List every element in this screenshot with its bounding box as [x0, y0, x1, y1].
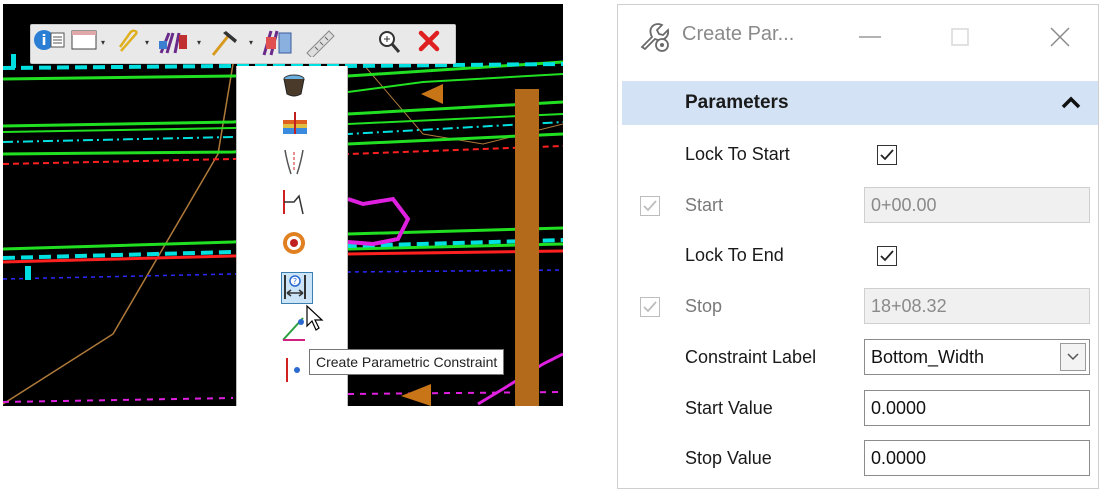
transition-icon[interactable] — [281, 148, 313, 180]
element-info-icon[interactable]: i — [33, 29, 67, 61]
constraint-label-dropdown[interactable]: Bottom_Width — [864, 339, 1090, 375]
point-control-icon[interactable] — [281, 188, 313, 220]
start-label: Start — [685, 195, 724, 215]
dropdown-button[interactable] — [1060, 343, 1086, 371]
start-value-label: Start Value — [685, 398, 773, 418]
chevron-down-icon[interactable]: ▾ — [197, 39, 205, 47]
start-station-field: 0+00.00 — [864, 187, 1090, 223]
checkmark-icon — [880, 149, 894, 161]
view-window-icon[interactable] — [71, 29, 101, 61]
maximize-button[interactable] — [940, 19, 980, 55]
section-title: Parameters — [685, 92, 789, 113]
minimize-button[interactable] — [850, 19, 890, 55]
chevron-down-icon[interactable]: ▾ — [145, 39, 153, 47]
cad-viewport[interactable]: i ▾ ▾ ▾ ▾ ? — [3, 4, 563, 406]
stop-enabled-checkbox — [640, 297, 660, 317]
start-enabled-checkbox — [640, 196, 660, 216]
mouse-cursor-icon — [306, 304, 324, 331]
tooltip: Create Parametric Constraint — [309, 349, 505, 375]
close-button[interactable] — [1040, 19, 1080, 55]
checkmark-icon — [643, 200, 657, 212]
dialog-titlebar[interactable]: Create Par... — [618, 5, 1098, 69]
parameters-section-header[interactable]: Parameters — [622, 81, 1098, 125]
chevron-down-icon[interactable]: ▾ — [101, 39, 109, 47]
svg-text:?: ? — [293, 277, 297, 286]
lock-to-end-label: Lock To End — [685, 245, 784, 265]
chevron-up-icon[interactable] — [1060, 94, 1082, 110]
checkmark-icon — [880, 250, 894, 262]
hammer-tool-icon[interactable] — [209, 29, 249, 61]
create-parametric-constraint-dialog: Create Par... Parameters Lock To Start S… — [617, 4, 1099, 489]
stop-value-input[interactable]: 0.0000 — [864, 440, 1090, 476]
chevron-down-icon — [1067, 353, 1079, 361]
stop-label: Stop — [685, 296, 723, 316]
start-value-input[interactable]: 0.0000 — [864, 390, 1090, 426]
wrench-settings-icon — [640, 23, 670, 52]
corridor-icon[interactable] — [157, 29, 197, 61]
zoom-icon[interactable] — [376, 29, 406, 61]
stop-value-label: Stop Value — [685, 448, 772, 468]
checkmark-icon — [643, 301, 657, 313]
lock-to-start-checkbox[interactable] — [877, 145, 897, 165]
constraint-label-value: Bottom_Width — [871, 347, 985, 367]
lock-to-end-checkbox[interactable] — [877, 246, 897, 266]
parametric-constraint-icon[interactable]: ? — [281, 272, 313, 304]
close-x-icon[interactable] — [417, 29, 447, 61]
superelevation-icon[interactable] — [281, 110, 313, 142]
lock-to-start-label: Lock To Start — [685, 144, 790, 164]
stop-station-field: 18+08.32 — [864, 288, 1090, 324]
template-drop-icon[interactable] — [261, 29, 301, 61]
attach-reference-icon[interactable] — [115, 29, 145, 61]
constraint-label-label: Constraint Label — [685, 347, 817, 367]
cad-toolbar: i ▾ ▾ ▾ ▾ — [30, 24, 456, 64]
bucket-icon[interactable] — [281, 72, 313, 104]
dialog-title: Create Par... — [682, 23, 795, 45]
target-icon[interactable] — [281, 230, 313, 262]
svg-text:i: i — [42, 33, 47, 49]
chevron-down-icon[interactable]: ▾ — [249, 39, 257, 47]
measure-ruler-icon[interactable] — [303, 29, 343, 61]
